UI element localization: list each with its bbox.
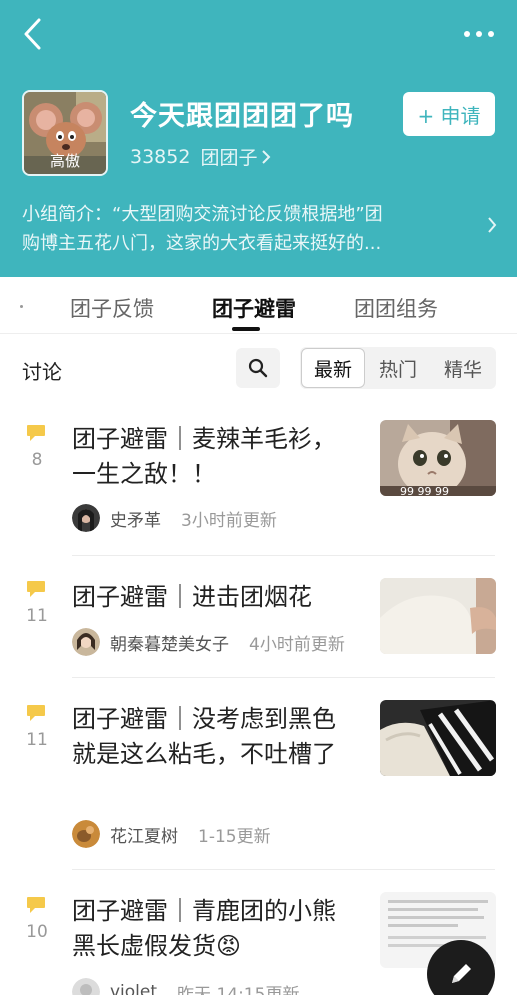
- author-name: 花江夏树: [110, 826, 178, 847]
- group-avatar[interactable]: 高傲: [22, 90, 108, 176]
- post-item[interactable]: 8 团子避雷｜麦辣羊毛衫，一生之敌！！ 史矛革 3小时前更新 99 99 99: [0, 404, 517, 556]
- post-time: 1-15更新: [198, 826, 271, 847]
- group-intro[interactable]: 小组简介：“大型团购交流讨论反馈根据地”团 购博主五花八门，这家的大衣看起来挺好…: [22, 200, 462, 258]
- back-arrow-icon: [24, 18, 41, 50]
- post-time: 昨天 14:15更新: [177, 984, 300, 995]
- post-time: 3小时前更新: [181, 510, 277, 531]
- comment-bubble-icon: [27, 581, 45, 597]
- tab-feedback[interactable]: 团子反馈: [70, 293, 154, 323]
- post-thumbnail[interactable]: [380, 578, 496, 654]
- intro-line-1: 小组简介：“大型团购交流讨论反馈根据地”团: [22, 204, 383, 225]
- filter-bar: 讨论 最新 热门 精华: [0, 334, 517, 404]
- chevron-right-icon: [488, 217, 497, 233]
- comment-bubble-icon: [27, 425, 45, 441]
- tab-bar: 团子反馈 团子避雷 团团组务: [0, 277, 517, 334]
- member-count-link[interactable]: 33852 团团子: [130, 143, 271, 170]
- post-thumbnail[interactable]: [380, 700, 496, 776]
- avatar: [72, 978, 100, 995]
- tab-avoid[interactable]: 团子避雷: [212, 293, 296, 323]
- chevron-right-icon: [262, 149, 271, 164]
- avatar: [72, 504, 100, 532]
- thumbnail-caption: 99 99 99: [400, 485, 449, 496]
- post-thumbnail[interactable]: 99 99 99: [380, 420, 496, 496]
- sort-hot[interactable]: 热门: [366, 347, 430, 389]
- discussion-label: 讨论: [22, 360, 62, 384]
- post-author[interactable]: violet 昨天 14:15更新: [72, 978, 299, 995]
- join-button[interactable]: + 申请: [403, 92, 495, 136]
- more-dots-icon: [464, 31, 494, 37]
- post-author[interactable]: 花江夏树 1-15更新: [72, 820, 271, 848]
- member-label: 团团子: [200, 147, 258, 169]
- group-header: 高傲 今天跟团团团了吗 33852 团团子 + 申请 小组简介：“大型团购交流讨…: [0, 0, 517, 277]
- author-name: violet: [110, 982, 158, 995]
- pencil-icon: [452, 964, 471, 983]
- post-title[interactable]: 团子避雷｜麦辣羊毛衫，一生之敌！！: [72, 422, 348, 492]
- sort-latest[interactable]: 最新: [301, 348, 365, 388]
- post-item[interactable]: 11 团子避雷｜没考虑到黑色就是这么粘毛，不吐槽了 花江夏树 1-15更新: [0, 678, 517, 870]
- search-button[interactable]: [236, 348, 280, 388]
- post-title[interactable]: 团子避雷｜没考虑到黑色就是这么粘毛，不吐槽了: [72, 702, 348, 772]
- author-name: 史矛革: [110, 510, 161, 531]
- tab-overflow-dot: [20, 305, 23, 308]
- author-name: 朝秦暮楚美女子: [110, 634, 229, 655]
- active-tab-indicator: [232, 327, 260, 331]
- sort-selector: 最新 热门 精华: [300, 347, 496, 389]
- post-item[interactable]: 11 团子避雷｜进击团烟花 朝秦暮楚美女子 4小时前更新: [0, 556, 517, 678]
- post-title[interactable]: 团子避雷｜进击团烟花: [72, 580, 348, 615]
- avatar: [72, 628, 100, 656]
- post-author[interactable]: 朝秦暮楚美女子 4小时前更新: [72, 628, 345, 656]
- search-icon: [248, 358, 268, 378]
- comment-count: 8: [31, 450, 43, 470]
- post-author[interactable]: 史矛革 3小时前更新: [72, 504, 277, 532]
- comment-bubble-icon: [27, 897, 45, 913]
- comment-count: 10: [26, 922, 48, 942]
- more-button[interactable]: [461, 22, 497, 46]
- comment-count: 11: [26, 730, 48, 750]
- avatar: [72, 820, 100, 848]
- group-title: 今天跟团团团了吗: [130, 101, 354, 132]
- post-time: 4小时前更新: [249, 634, 345, 655]
- tab-organize[interactable]: 团团组务: [354, 293, 438, 323]
- member-count: 33852: [130, 145, 191, 168]
- comment-count: 11: [26, 606, 48, 626]
- sort-featured[interactable]: 精华: [431, 347, 495, 389]
- avatar-caption: 高傲: [49, 152, 80, 170]
- post-title[interactable]: 团子避雷｜青鹿团的小熊黑长虚假发货😡: [72, 894, 348, 964]
- back-button[interactable]: [14, 14, 50, 54]
- intro-line-2: 购博主五花八门，这家的大衣看起来挺好的...: [22, 233, 382, 254]
- comment-bubble-icon: [27, 705, 45, 721]
